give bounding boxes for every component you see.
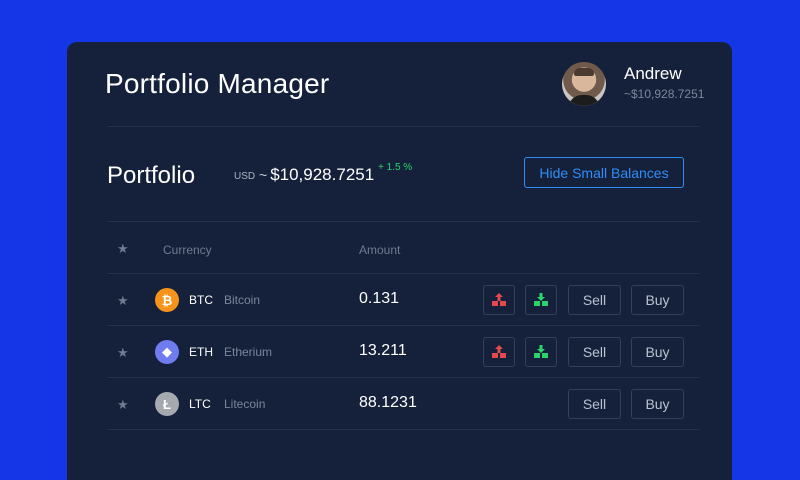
withdraw-icon: [492, 345, 506, 358]
deposit-button[interactable]: [525, 337, 557, 367]
amount-header[interactable]: Amount: [359, 243, 400, 257]
portfolio-title: Portfolio: [107, 162, 196, 189]
avatar[interactable]: [562, 62, 606, 106]
portfolio-total: ~ $10,928.7251: [259, 165, 374, 185]
currency-symbol: BTC: [189, 293, 213, 307]
currency-amount: 88.1231: [359, 394, 417, 411]
buy-button[interactable]: Buy: [631, 337, 684, 367]
user-balance: ~$10,928.7251: [624, 87, 705, 101]
currency-name: Litecoin: [224, 397, 266, 411]
divider: [107, 126, 700, 127]
currency-header[interactable]: Currency: [163, 243, 212, 257]
currency-amount: 0.131: [359, 290, 400, 307]
ethereum-icon: ◆: [155, 340, 179, 364]
buy-button[interactable]: Buy: [631, 285, 684, 315]
sell-button[interactable]: Sell: [568, 337, 621, 367]
star-header-icon[interactable]: ★: [117, 241, 129, 257]
deposit-icon: [534, 345, 548, 358]
deposit-button[interactable]: [525, 285, 557, 315]
withdraw-icon: [492, 293, 506, 306]
currency-name: Bitcoin: [224, 293, 261, 307]
divider: [107, 221, 700, 222]
hide-small-balances-button[interactable]: Hide Small Balances: [524, 157, 684, 188]
currency-name: Etherium: [224, 345, 273, 359]
buy-button[interactable]: Buy: [631, 389, 684, 419]
sell-button[interactable]: Sell: [568, 285, 621, 315]
table-row: ★ ◆ ETH Etherium 13.211 Sell Buy: [107, 326, 700, 378]
divider: [107, 429, 700, 430]
table-row: ★ Ł LTC Litecoin 88.1231 Sell Buy: [107, 378, 700, 430]
favorite-star-icon[interactable]: ★: [117, 345, 129, 361]
withdraw-button[interactable]: [483, 285, 515, 315]
app-title: Portfolio Manager: [105, 68, 330, 99]
currency-label: USD: [234, 171, 256, 182]
table-row: ★ ₿ BTC Bitcoin 0.131 Sell Buy: [107, 274, 700, 326]
currency-symbol: ETH: [189, 345, 213, 359]
litecoin-icon: Ł: [155, 392, 179, 416]
portfolio-change: + 1.5 %: [378, 162, 413, 173]
withdraw-button[interactable]: [483, 337, 515, 367]
favorite-star-icon[interactable]: ★: [117, 397, 129, 413]
deposit-icon: [534, 293, 548, 306]
portfolio-total-value: $10,928.7251: [270, 165, 375, 184]
bitcoin-icon: ₿: [155, 288, 179, 312]
currency-amount: 13.211: [359, 342, 407, 359]
user-name: Andrew: [624, 64, 682, 83]
currency-symbol: LTC: [189, 397, 211, 411]
approx-sign: ~: [259, 167, 268, 183]
sell-button[interactable]: Sell: [568, 389, 621, 419]
portfolio-card: Portfolio Manager Andrew ~$10,928.7251 P…: [67, 42, 732, 480]
favorite-star-icon[interactable]: ★: [117, 293, 129, 309]
user-profile[interactable]: Andrew ~$10,928.7251: [520, 62, 704, 108]
